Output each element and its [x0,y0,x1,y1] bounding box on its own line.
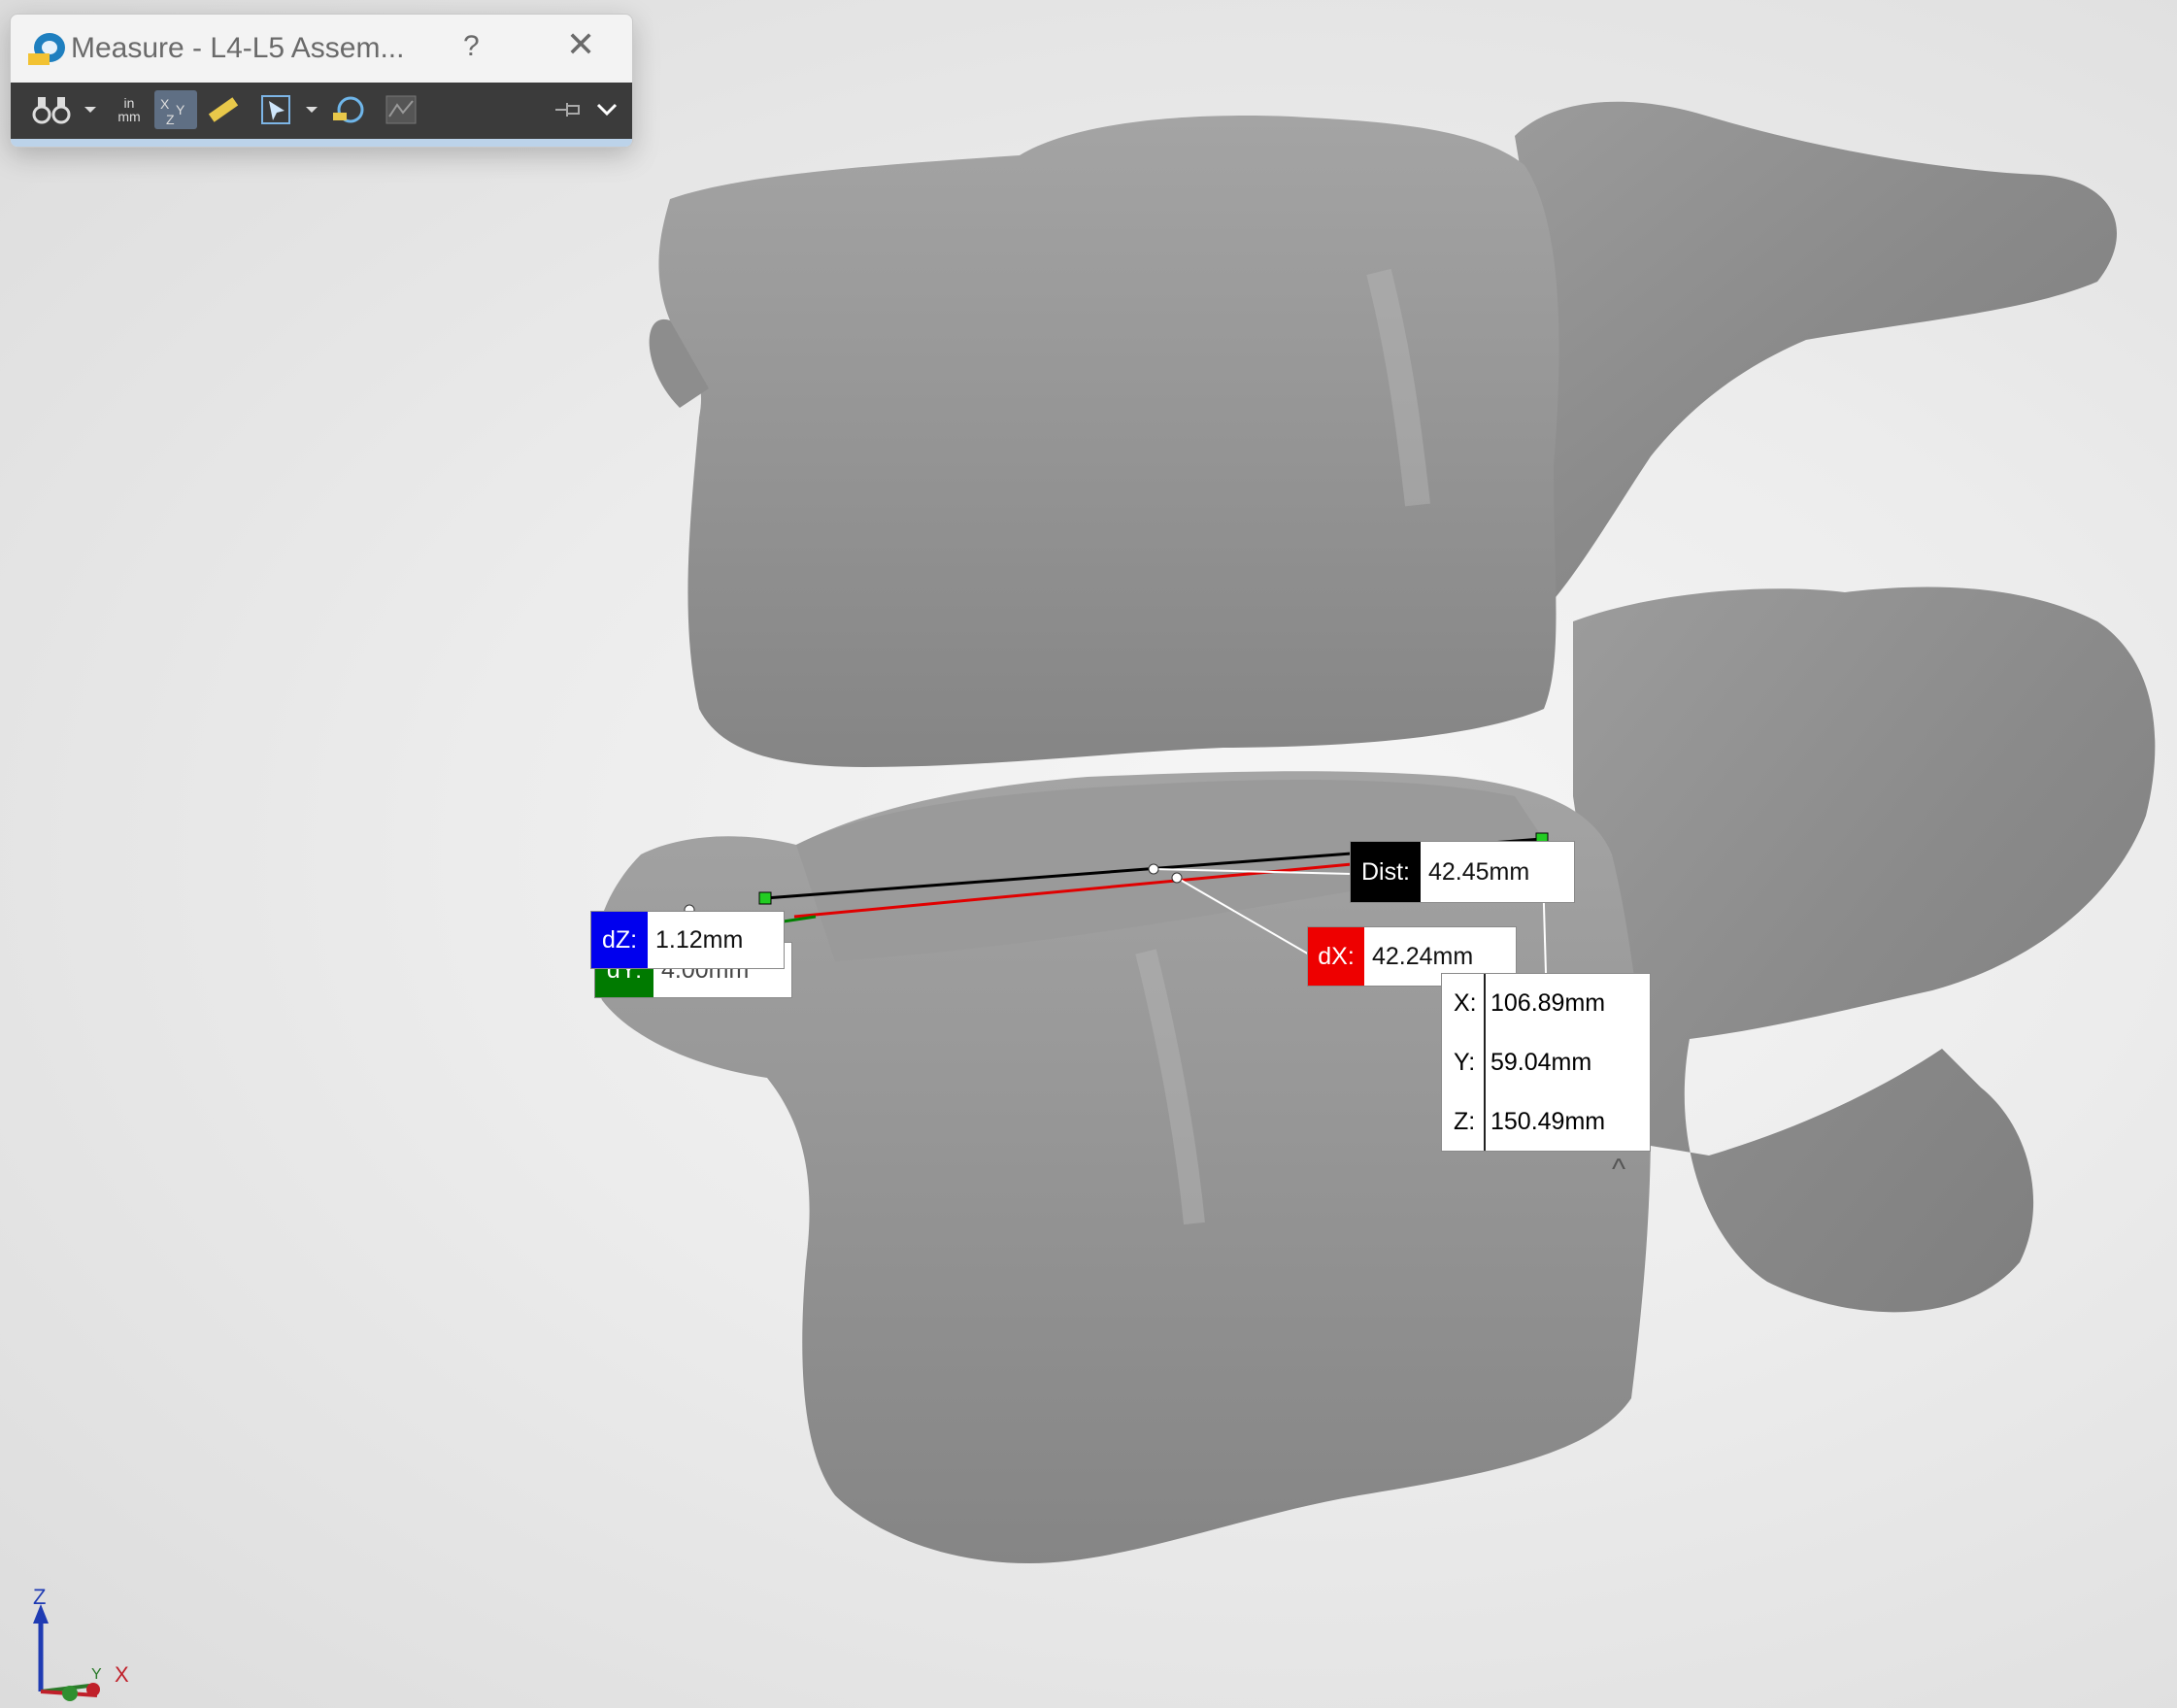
z-value: 150.49mm [1490,1108,1606,1135]
svg-text:Z: Z [166,112,175,126]
close-button[interactable]: ✕ [566,24,595,65]
graphics-viewport[interactable]: Measure - L4-L5 Assem... ? ✕ in mm X Y Z… [0,0,2177,1708]
y-row: Y: 59.04mm [1442,1035,1650,1091]
dialog-title: Measure - L4-L5 Assem... [71,32,405,64]
point-coordinates-callout[interactable]: X: 106.89mm Y: 59.04mm Z: 150.49mm [1441,973,1651,1152]
y-label: Y: [1454,1049,1476,1076]
pin-button[interactable] [551,90,586,129]
dialog-title-bar[interactable]: Measure - L4-L5 Assem... ? ✕ [11,15,632,83]
xyz-icon: X Y Z [160,96,185,126]
history-icon [333,96,364,123]
triad-z-label: Z [33,1585,47,1609]
dist-value: 42.45mm [1428,857,1530,886]
dz-callout[interactable]: dZ: 1.12mm [590,911,785,969]
triad-y-label: Y [91,1666,102,1683]
sensor-button[interactable] [380,90,422,129]
arc-circle-button[interactable] [22,90,81,129]
sensor-graph-icon [385,95,417,124]
l4-posterior-process [1476,101,2117,622]
collapse-chevron-icon[interactable]: ^ [1612,1154,1625,1187]
leader-handle[interactable] [1148,863,1159,875]
ruler-icon [208,97,239,122]
leader-handle[interactable] [1171,872,1183,884]
cursor-arrow-icon [261,95,290,124]
measure-endpoint-1[interactable] [758,891,772,905]
xyz-button[interactable]: X Y Z [154,90,197,129]
units-mm: mm [117,109,141,124]
x-row: X: 106.89mm [1442,976,1650,1032]
measure-dialog[interactable]: Measure - L4-L5 Assem... ? ✕ in mm X Y Z [10,14,633,148]
x-axis-knob [86,1683,100,1696]
chevron-down-icon [596,103,618,117]
measure-tool-icon [26,28,69,69]
dist-callout[interactable]: Dist: 42.45mm [1350,841,1575,903]
svg-text:X: X [160,96,170,112]
y-axis-knob [62,1686,78,1701]
history-button[interactable] [327,90,370,129]
point-to-point-button[interactable] [201,90,244,129]
z-row: Z: 150.49mm [1442,1094,1650,1151]
z-label: Z: [1454,1108,1476,1135]
binoculars-icon [32,97,71,124]
arc-circle-dropdown[interactable] [81,90,100,129]
dialog-bottom-strip [11,139,632,147]
units-button[interactable]: in mm [106,90,152,129]
dropdown-arrow-icon [84,107,96,113]
pin-icon [555,103,580,117]
select-dropdown[interactable] [302,90,321,129]
triad-x-label: X [115,1662,129,1687]
expand-button[interactable] [589,90,624,129]
vertebrae-model[interactable] [0,0,2177,1708]
l4-vertebral-body [658,116,1559,768]
select-button[interactable] [255,90,298,129]
dx-label: dX: [1308,927,1364,986]
measure-toolbar: in mm X Y Z [11,83,632,147]
dist-label: Dist: [1351,842,1421,902]
x-label: X: [1454,989,1477,1017]
dropdown-arrow-icon [306,107,318,113]
y-value: 59.04mm [1490,1049,1592,1076]
svg-text:Y: Y [176,102,185,117]
x-value: 106.89mm [1490,989,1606,1017]
dz-label: dZ: [591,912,648,968]
help-button[interactable]: ? [463,30,480,63]
l5-posterior-process [1573,586,2156,1313]
dz-value: 1.12mm [655,925,744,954]
units-in: in [123,95,135,111]
